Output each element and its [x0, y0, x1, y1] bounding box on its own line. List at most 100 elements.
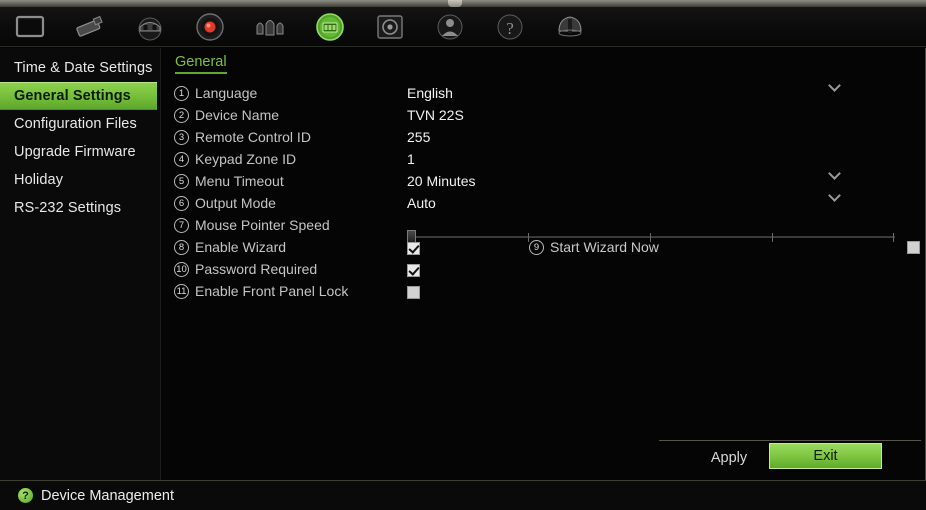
row-mouse-pointer-speed: 7 Mouse Pointer Speed	[161, 214, 925, 244]
password-required-checkbox[interactable]	[407, 263, 420, 277]
row-number: 8	[174, 239, 189, 255]
label-mouse-pointer-speed: Mouse Pointer Speed	[195, 217, 330, 233]
row-number: 3	[174, 129, 189, 145]
row-menu-timeout: 5 Menu Timeout 20 Minutes	[161, 167, 925, 192]
label-device-name: Device Name	[195, 107, 280, 123]
shutdown-icon	[558, 15, 582, 36]
toolbar-item-info[interactable]: ?	[480, 7, 540, 47]
sidebar-item-upgrade[interactable]: Upgrade Firmware	[0, 138, 160, 166]
menu-timeout-value-text: 20 Minutes	[407, 173, 476, 189]
toolbar-item-camera[interactable]	[60, 7, 120, 47]
device-name-input[interactable]: TVN 22S	[407, 107, 877, 123]
value-enable-wizard: 9 Start Wizard Now	[407, 239, 877, 255]
storage-icon	[377, 14, 403, 39]
device-management-window: ? Time & Date Settings General Settings …	[0, 0, 926, 510]
sidebar-label: Upgrade Firmware	[14, 144, 136, 160]
row-password-required: 10 Password Required	[161, 258, 925, 280]
row-enable-front-panel-lock: 11 Enable Front Panel Lock	[161, 280, 925, 302]
toolbar-item-display[interactable]	[0, 7, 60, 47]
action-button-bar: Apply Exit	[161, 440, 925, 474]
toolbar-item-user[interactable]	[420, 7, 480, 47]
status-bar: ? Device Management	[0, 480, 926, 510]
enable-wizard-checkbox[interactable]	[407, 241, 420, 255]
sidebar-item-time-date[interactable]: Time & Date Settings	[0, 54, 160, 82]
settings-form: 1 Language English 2 Device Name TVN 22S…	[161, 74, 925, 302]
sidebar-label: Holiday	[14, 172, 64, 188]
sidebar-item-config-files[interactable]: Configuration Files	[0, 110, 160, 138]
value-output-mode[interactable]: Auto	[407, 189, 877, 211]
button-separator	[659, 440, 921, 441]
row-number: 5	[174, 173, 189, 189]
value-enable-front-panel-lock	[407, 283, 877, 299]
alarm-icon	[256, 19, 284, 35]
row-output-mode: 6 Output Mode Auto	[161, 189, 925, 214]
row-keypad-zone-id: 4 Keypad Zone ID 1	[161, 148, 925, 170]
value-language[interactable]: English	[407, 79, 877, 101]
enable-front-panel-lock-checkbox[interactable]	[407, 285, 420, 299]
keypad-zone-id-input[interactable]: 1	[407, 151, 877, 167]
row-number: 11	[174, 283, 189, 299]
label-remote-control-id: Remote Control ID	[195, 129, 311, 145]
toolbar-item-alarm[interactable]	[240, 7, 300, 47]
label-enable-wizard: Enable Wizard	[195, 239, 287, 255]
label-language: Language	[195, 85, 258, 101]
apply-button[interactable]: Apply	[679, 446, 779, 470]
user-icon	[437, 14, 463, 39]
settings-sidebar: Time & Date Settings General Settings Co…	[0, 48, 160, 480]
label-output-mode: Output Mode	[195, 195, 276, 211]
row-remote-control-id: 3 Remote Control ID 255	[161, 126, 925, 148]
label-enable-front-panel-lock: Enable Front Panel Lock	[195, 283, 349, 299]
content-area: Time & Date Settings General Settings Co…	[0, 48, 926, 480]
toolbar-item-network[interactable]	[120, 7, 180, 47]
toolbar-item-device-management[interactable]	[300, 7, 360, 47]
sidebar-item-rs232[interactable]: RS-232 Settings	[0, 194, 160, 222]
camera-icon	[76, 15, 103, 37]
network-icon	[138, 17, 162, 40]
sidebar-label: General Settings	[14, 88, 131, 104]
row-number: 4	[174, 151, 189, 167]
toolbar-item-record[interactable]	[180, 7, 240, 47]
remote-control-id-input[interactable]: 255	[407, 129, 877, 145]
label-keypad-zone-id: Keypad Zone ID	[195, 151, 297, 167]
main-toolbar: ?	[0, 7, 926, 47]
info-icon: ?	[497, 14, 523, 39]
sidebar-label: Time & Date Settings	[14, 60, 153, 76]
exit-button[interactable]: Exit	[769, 443, 882, 469]
chevron-down-icon[interactable]	[828, 167, 841, 180]
chevron-down-icon[interactable]	[828, 79, 841, 92]
sidebar-item-holiday[interactable]: Holiday	[0, 166, 160, 194]
start-wizard-group: 9 Start Wizard Now	[529, 239, 659, 255]
general-settings-panel: General 1 Language English 2 Device Name	[160, 48, 925, 480]
sidebar-label: RS-232 Settings	[14, 200, 122, 216]
row-number: 9	[529, 239, 544, 255]
display-icon	[15, 15, 45, 37]
sidebar-label: Configuration Files	[14, 116, 137, 132]
row-number: 7	[174, 217, 189, 233]
row-number: 1	[174, 85, 189, 101]
row-language: 1 Language English	[161, 79, 925, 104]
start-wizard-now-checkbox[interactable]	[907, 240, 920, 254]
sidebar-item-general[interactable]: General Settings	[0, 82, 157, 110]
status-bar-text: Device Management	[41, 487, 174, 504]
help-icon[interactable]: ?	[18, 488, 33, 503]
language-value-text: English	[407, 85, 453, 101]
tab-bar: General	[161, 48, 925, 74]
row-enable-wizard: 8 Enable Wizard 9 Start Wizard Now	[161, 236, 925, 258]
toolbar-item-shutdown[interactable]	[540, 7, 600, 47]
chevron-down-icon[interactable]	[828, 189, 841, 202]
label-password-required: Password Required	[195, 261, 318, 277]
row-number: 6	[174, 195, 189, 211]
value-menu-timeout[interactable]: 20 Minutes	[407, 167, 877, 189]
toolbar-item-storage[interactable]	[360, 7, 420, 47]
device-management-icon	[316, 12, 344, 41]
output-mode-value-text: Auto	[407, 195, 436, 211]
row-number: 10	[174, 261, 189, 277]
svg-text:?: ?	[506, 19, 514, 38]
label-menu-timeout: Menu Timeout	[195, 173, 284, 189]
row-number: 2	[174, 107, 189, 123]
tab-general[interactable]: General	[175, 54, 227, 74]
record-icon	[196, 12, 224, 41]
value-password-required	[407, 261, 877, 277]
row-device-name: 2 Device Name TVN 22S	[161, 104, 925, 126]
label-start-wizard-now: Start Wizard Now	[550, 239, 659, 255]
